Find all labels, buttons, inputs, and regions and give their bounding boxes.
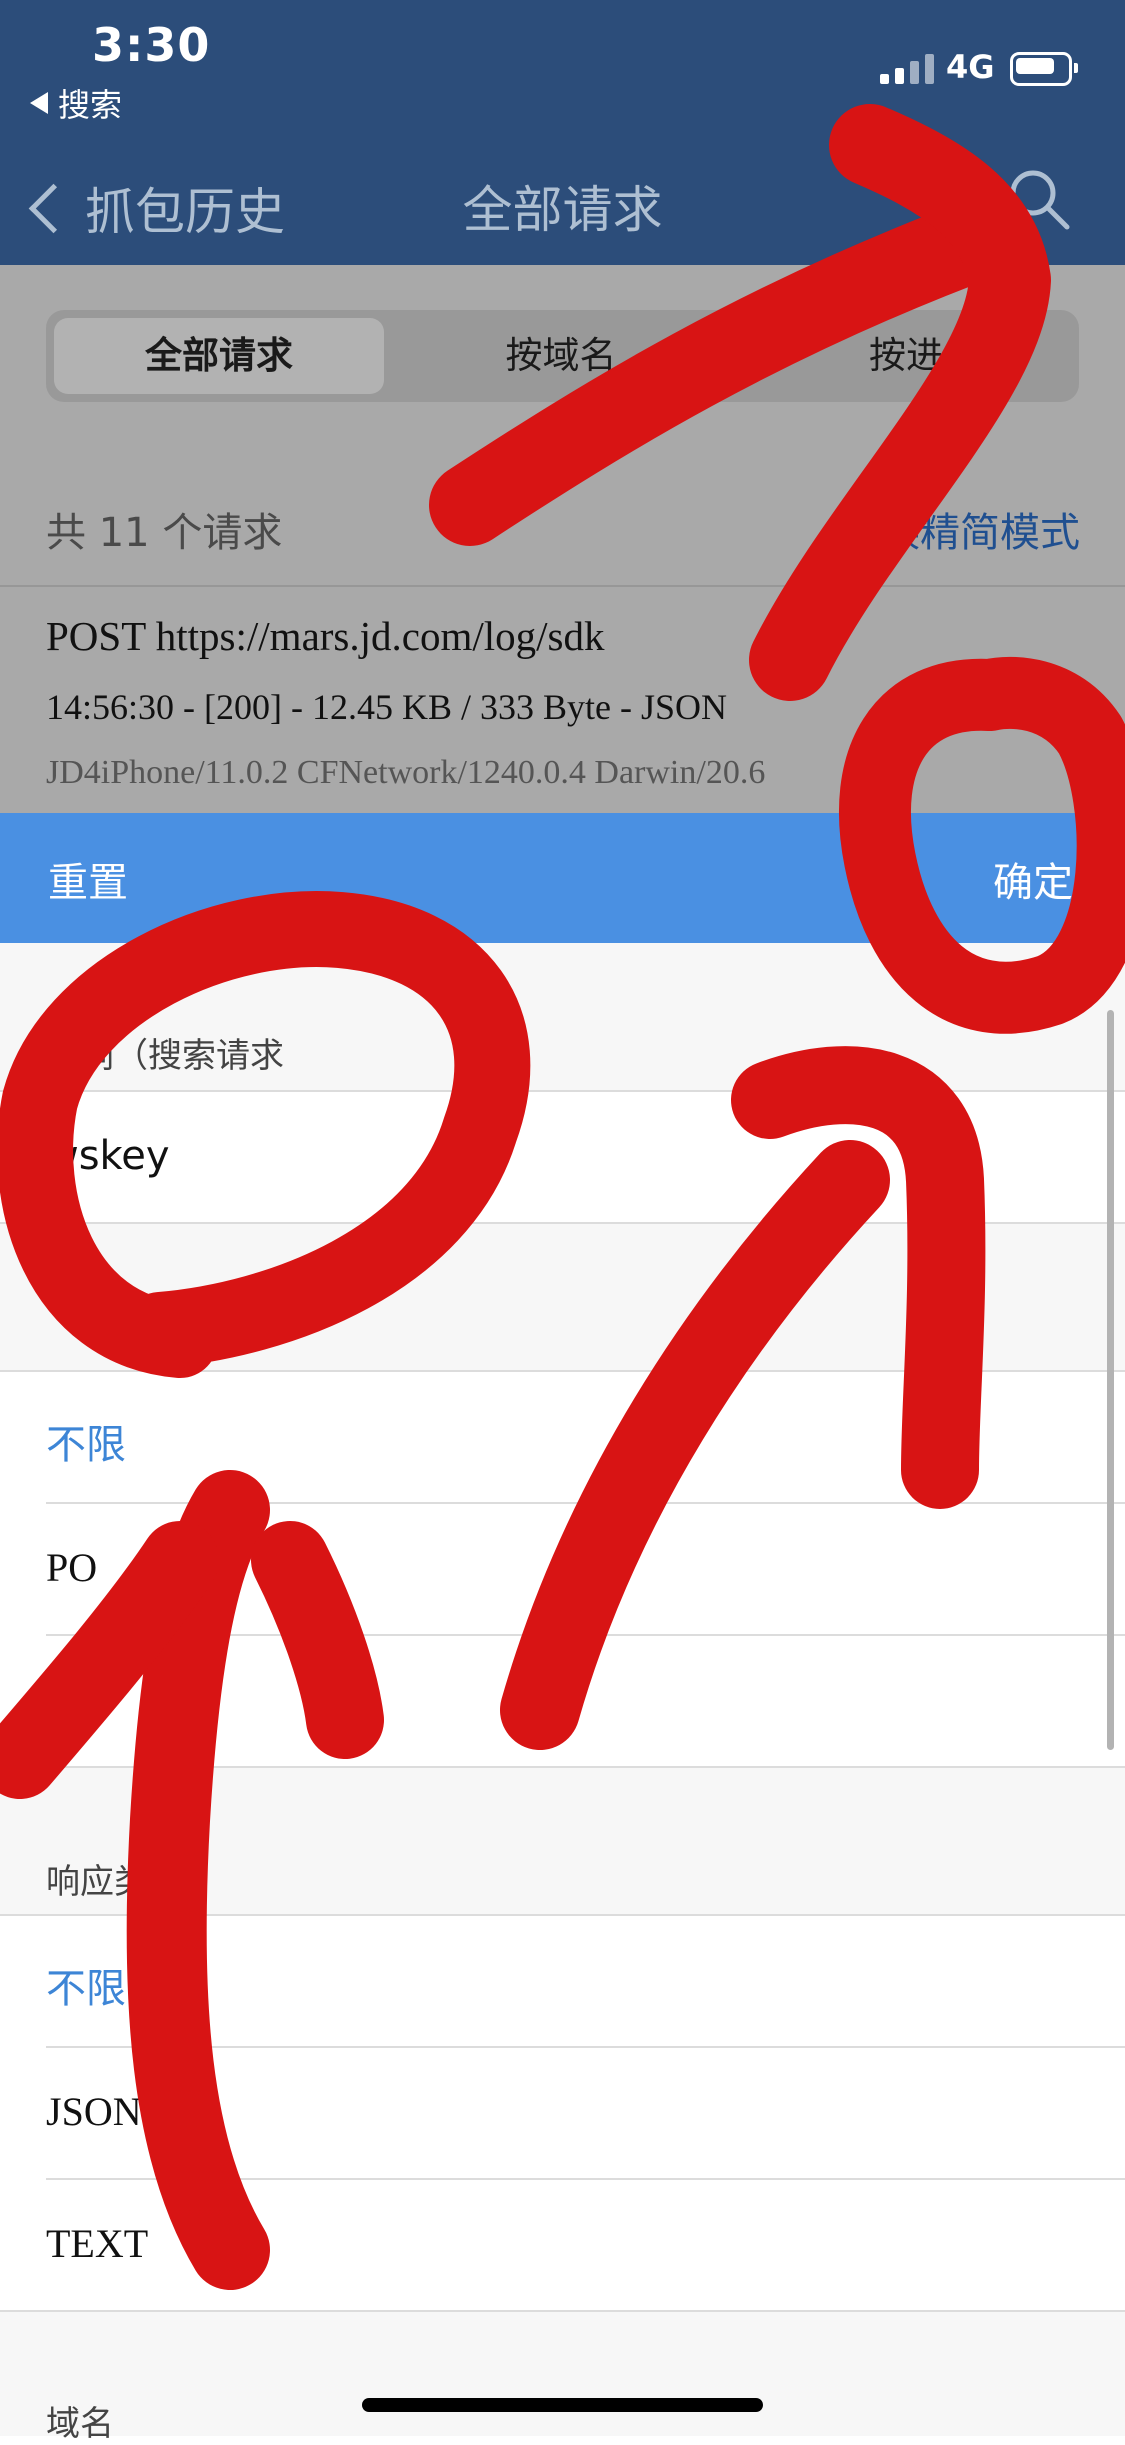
response-option-text[interactable]: TEXT <box>46 2220 148 2267</box>
keyword-section-header: 键词（搜索请求 <box>46 1036 284 1076</box>
request-user-agent: JD4iPhone/11.0.2 CFNetwork/1240.0.4 Darw… <box>46 754 766 791</box>
response-option-json[interactable]: JSON <box>46 2088 142 2135</box>
back-triangle-icon <box>30 92 48 114</box>
reset-button[interactable]: 重置 <box>48 850 128 908</box>
divider <box>0 2310 1125 2312</box>
keyword-input-value: wskey <box>46 1133 170 1179</box>
response-type-header: 响应类 <box>46 1862 148 1902</box>
divider <box>46 1634 1125 1636</box>
back-to-app-button[interactable]: 搜索 <box>30 80 122 126</box>
method-options-group <box>0 1370 1125 1766</box>
method-option-get[interactable]: ET <box>46 1676 95 1723</box>
segment-by-process[interactable]: 按进 <box>736 318 1076 394</box>
method-option-any[interactable]: 不限 <box>46 1412 126 1470</box>
confirm-button[interactable]: 确定 <box>993 850 1073 908</box>
method-option-post[interactable]: PO <box>46 1544 97 1591</box>
divider <box>0 1222 1125 1224</box>
search-icon[interactable] <box>1005 165 1075 235</box>
divider <box>46 2046 1125 2048</box>
divider <box>0 1766 1125 1768</box>
request-count: 共 11 个请求 <box>46 510 283 556</box>
request-url[interactable]: POST https://mars.jd.com/log/sdk <box>46 612 605 660</box>
battery-icon <box>1010 52 1078 86</box>
segmented-control: 全部请求 按域名 按进 <box>46 310 1079 402</box>
divider <box>0 585 1125 587</box>
status-time: 3:30 <box>92 18 211 72</box>
domain-section-header: 域名 <box>46 2404 114 2444</box>
simple-mode-link[interactable]: 换精简模式 <box>880 500 1080 558</box>
request-meta: 14:56:30 - [200] - 12.45 KB / 333 Byte -… <box>46 687 727 727</box>
signal-icon <box>880 52 934 84</box>
scrollbar[interactable] <box>1107 1010 1114 1750</box>
filter-toolbar <box>0 813 1125 943</box>
page-title: 全部请求 <box>462 181 663 239</box>
divider <box>0 1370 1125 1372</box>
response-option-any[interactable]: 不限 <box>46 1956 126 2014</box>
segment-all-requests[interactable]: 全部请求 <box>54 318 384 394</box>
divider <box>0 1914 1125 1916</box>
divider <box>46 2178 1125 2180</box>
segment-by-domain[interactable]: 按域名 <box>391 318 731 394</box>
home-indicator <box>362 2398 763 2412</box>
response-options-group <box>0 1914 1125 2310</box>
divider <box>46 1502 1125 1504</box>
back-app-label: 搜索 <box>58 86 123 124</box>
network-type: 4G <box>946 48 995 86</box>
divider <box>0 1090 1125 1092</box>
